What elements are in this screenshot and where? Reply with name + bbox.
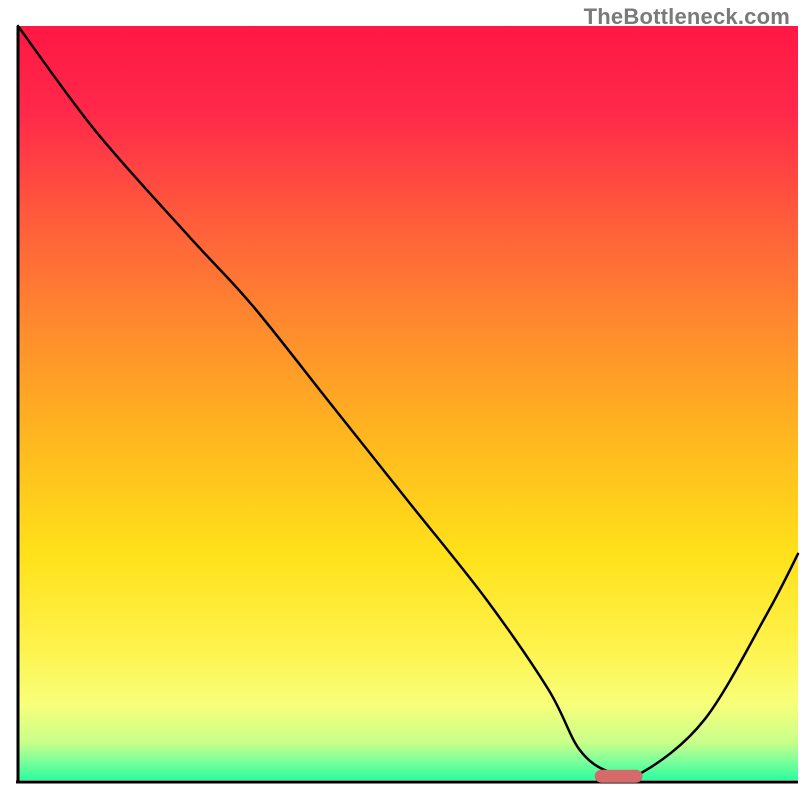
- watermark-text: TheBottleneck.com: [584, 4, 790, 30]
- chart-container: TheBottleneck.com: [0, 0, 800, 800]
- bottleneck-chart: [0, 0, 800, 800]
- optimal-marker: [595, 770, 642, 782]
- plot-background: [18, 26, 798, 780]
